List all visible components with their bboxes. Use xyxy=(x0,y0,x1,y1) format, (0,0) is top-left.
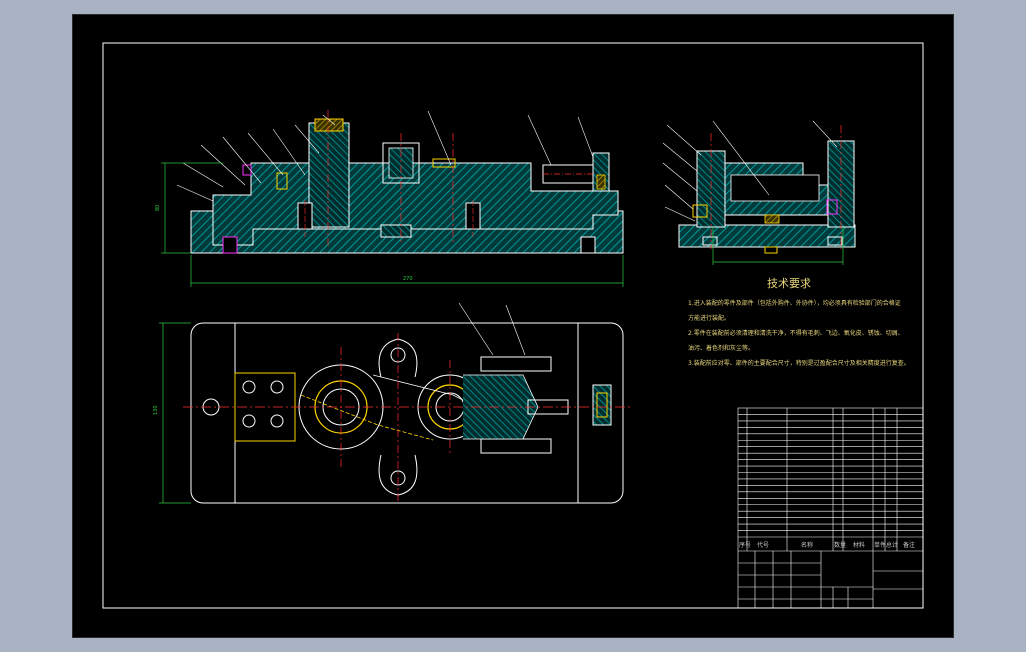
tech-req-line-2: 方能进行装配。 xyxy=(688,314,730,322)
title-block-header: 序号 代号 名称 数量 材料 单件 总计 备注 xyxy=(739,541,915,549)
tb-h-code: 代号 xyxy=(757,541,769,549)
tb-h-qty: 数量 xyxy=(834,541,846,549)
tb-h-unit: 单件 xyxy=(874,541,886,549)
tech-req-line-1: 1.进入装配的零件及部件（包括外购件、外协件），均必须具有检验部门的合格证 xyxy=(688,299,901,307)
tb-h-index: 序号 xyxy=(739,541,751,549)
tech-req-line-4: 油污、着色剂和灰尘等。 xyxy=(688,344,754,352)
side-section-view xyxy=(662,120,856,265)
drawing-sheet: 80 270 技术要求 1.进入装配的零件及部件（包括外购件、外协件），均必须具… xyxy=(72,14,954,638)
plan-view: 130 xyxy=(153,302,633,504)
cad-drawing: 80 270 技术要求 1.进入装配的零件及部件（包括外购件、外协件），均必须具… xyxy=(102,42,924,609)
title-block xyxy=(737,407,924,609)
plan-width-label: 130 xyxy=(153,405,159,415)
inner-frame xyxy=(102,42,924,609)
tb-h-name: 名称 xyxy=(801,541,813,549)
tech-req-title: 技术要求 xyxy=(767,277,811,290)
tb-h-total: 总计 xyxy=(886,541,898,549)
front-section-view: 80 270 xyxy=(155,110,624,287)
tb-h-material: 材料 xyxy=(853,541,865,549)
overall-dim-label: 270 xyxy=(403,276,413,282)
tb-h-remark: 备注 xyxy=(903,541,915,549)
tech-req-line-5: 3.装配前应对零、部件的主要配合尺寸，特别是过盈配合尺寸及相关精度进行复查。 xyxy=(688,359,910,367)
technical-requirements: 技术要求 1.进入装配的零件及部件（包括外购件、外协件），均必须具有检验部门的合… xyxy=(688,277,910,367)
tech-req-line-3: 2.零件在装配前必须清理和清洗干净，不得有毛刺、飞边、氧化皮、锈蚀、切屑、 xyxy=(688,329,904,337)
height-dim-label: 80 xyxy=(155,205,161,211)
